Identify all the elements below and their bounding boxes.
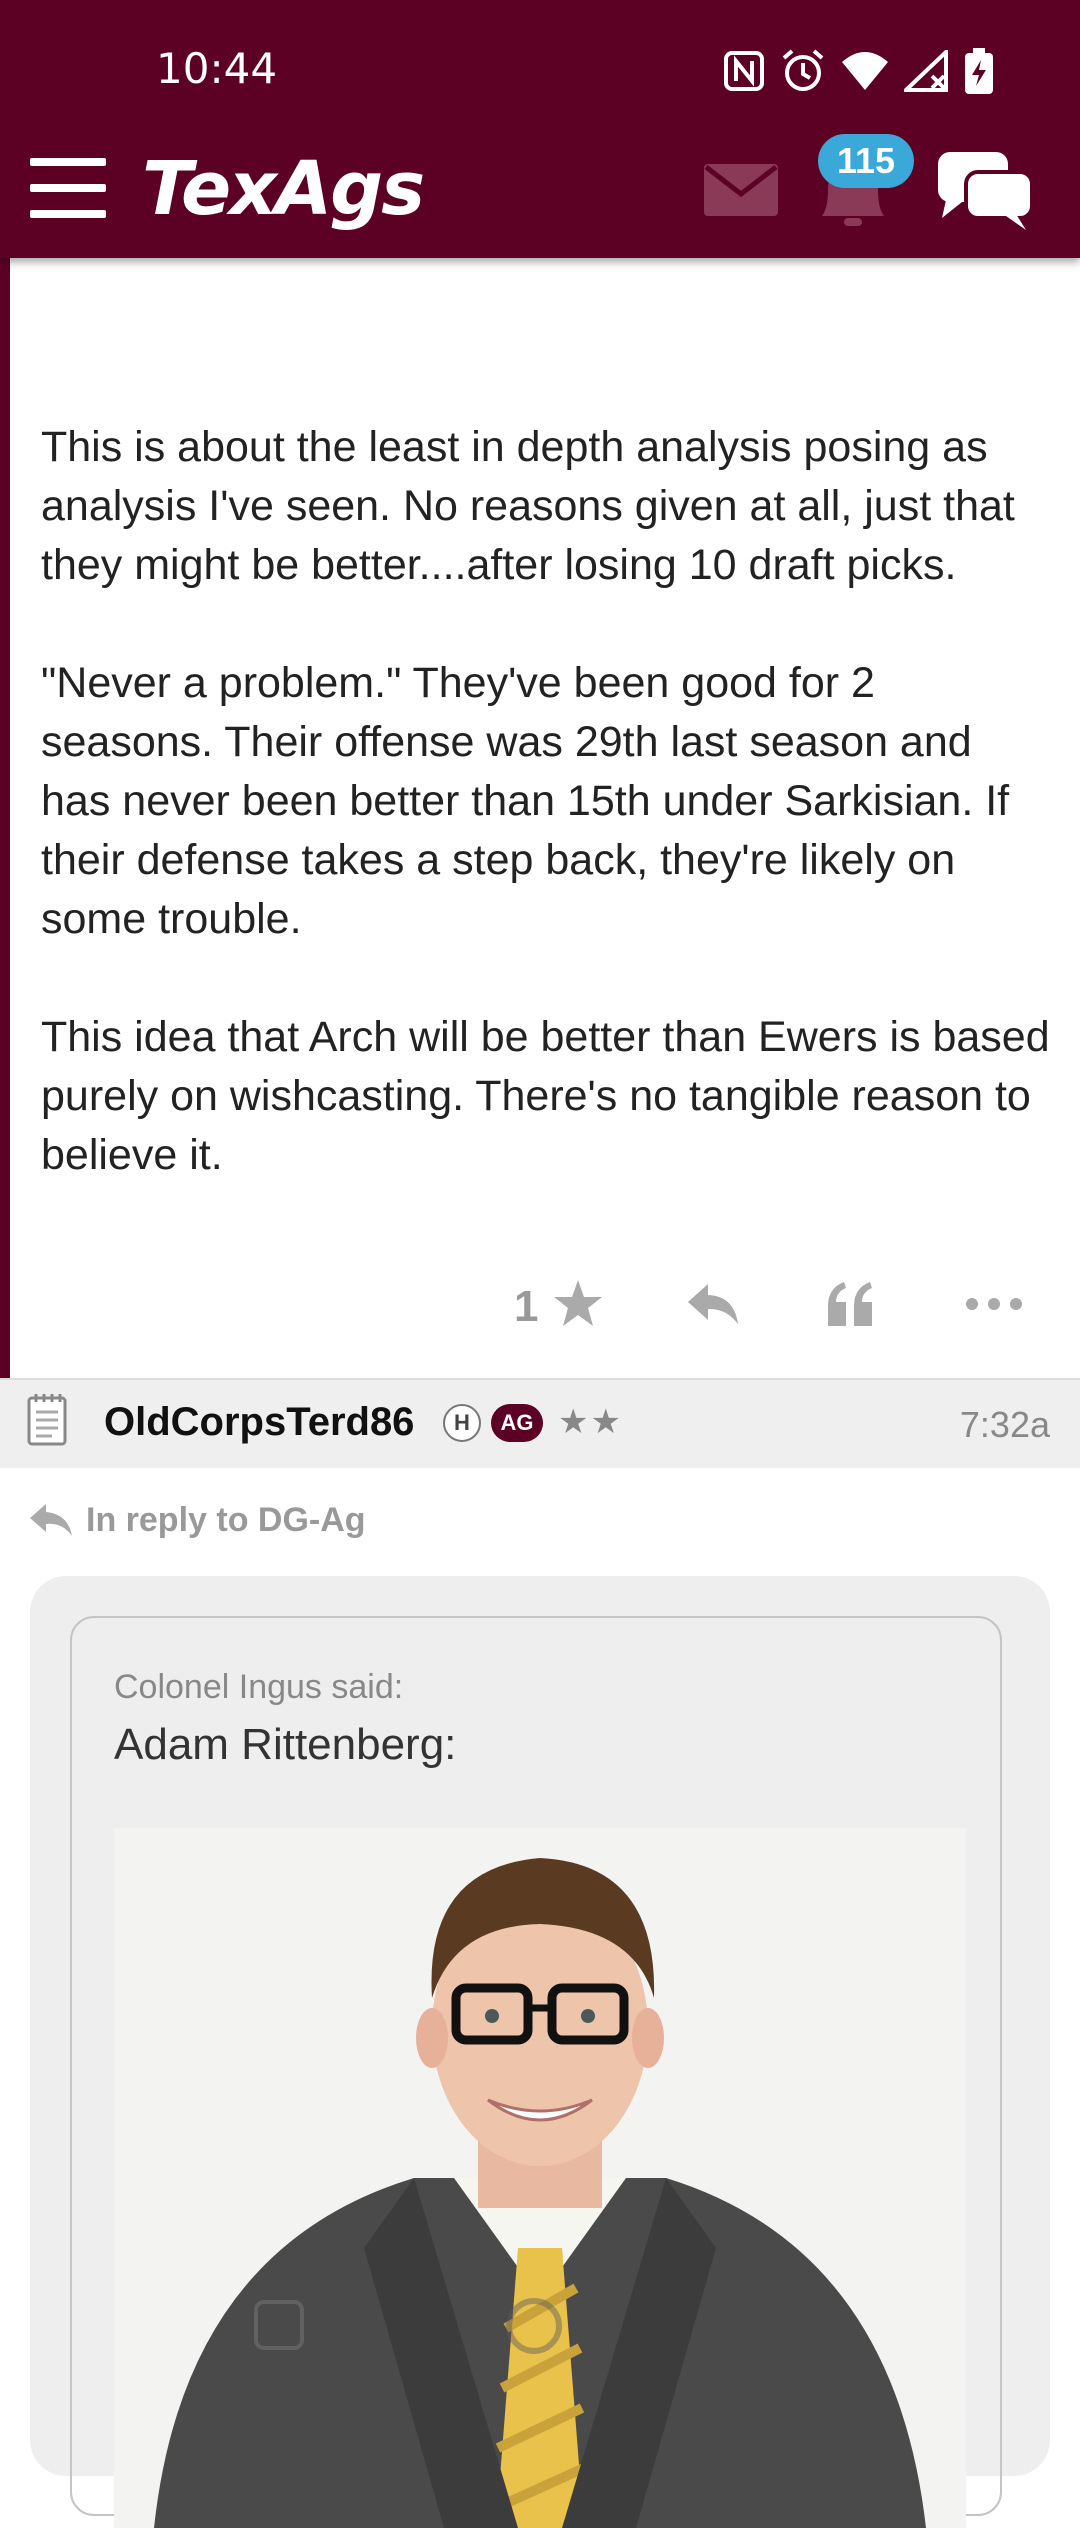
status-icons xyxy=(722,46,994,96)
username[interactable]: OldCorpsTerd86 xyxy=(104,1400,414,1445)
post-paragraph: This is about the least in depth analysi… xyxy=(41,423,1015,589)
star-count: 1 xyxy=(514,1282,539,1331)
reply-icon[interactable] xyxy=(686,1278,740,1330)
post-accent-border xyxy=(0,258,10,1378)
in-reply-to-link[interactable]: In reply to DG-Ag xyxy=(28,1496,366,1544)
nav-home-button[interactable] xyxy=(506,2298,562,2354)
post-time: 7:32a xyxy=(959,1404,1050,1445)
texags-logo[interactable]: TexAgs xyxy=(142,146,425,232)
nfc-icon xyxy=(724,51,764,91)
mail-icon[interactable] xyxy=(704,164,778,216)
rank-stars: ★★ xyxy=(558,1403,623,1441)
quote-said: Colonel Ingus said: xyxy=(114,1668,404,1706)
post-actions: 1 xyxy=(0,1278,1080,1358)
wifi-icon xyxy=(842,52,888,90)
app-header: 10:44 TexAgs 115 xyxy=(0,0,1080,258)
quote-icon[interactable] xyxy=(824,1278,876,1330)
status-time: 10:44 xyxy=(156,44,278,93)
menu-button[interactable] xyxy=(30,158,106,218)
post-paragraph: This idea that Arch will be better than … xyxy=(41,1013,1050,1179)
post-card: This is about the least in depth analysi… xyxy=(0,258,1080,1378)
badge-ag: AG xyxy=(491,1404,543,1442)
post-body: This is about the least in depth analysi… xyxy=(41,418,1051,1244)
post-paragraph: "Never a problem." They've been good for… xyxy=(41,659,1010,943)
nav-recents-button[interactable] xyxy=(254,2300,304,2350)
reply-to-label: In reply to DG-Ag xyxy=(86,1500,366,1539)
badge-h: H xyxy=(443,1404,481,1442)
more-options-icon[interactable] xyxy=(964,1278,1024,1330)
portrait-illustration xyxy=(114,1828,966,2528)
battery-charging-icon xyxy=(965,48,993,94)
quote-author: Adam Rittenberg: xyxy=(114,1720,457,1769)
star-icon[interactable] xyxy=(552,1278,604,1330)
nested-quote: Colonel Ingus said: Adam Rittenberg: xyxy=(70,1616,1002,2528)
signal-off-icon xyxy=(904,50,948,92)
notification-badge[interactable]: 115 xyxy=(818,134,914,188)
alarm-icon xyxy=(782,49,824,91)
portrait-image[interactable] xyxy=(114,1828,966,2528)
notepad-icon xyxy=(27,1394,67,1446)
chat-icon[interactable] xyxy=(936,148,1036,232)
reply-arrow-icon xyxy=(30,1504,72,1536)
post-header: OldCorpsTerd86 H AG ★★ 7:32a xyxy=(0,1378,1080,1468)
